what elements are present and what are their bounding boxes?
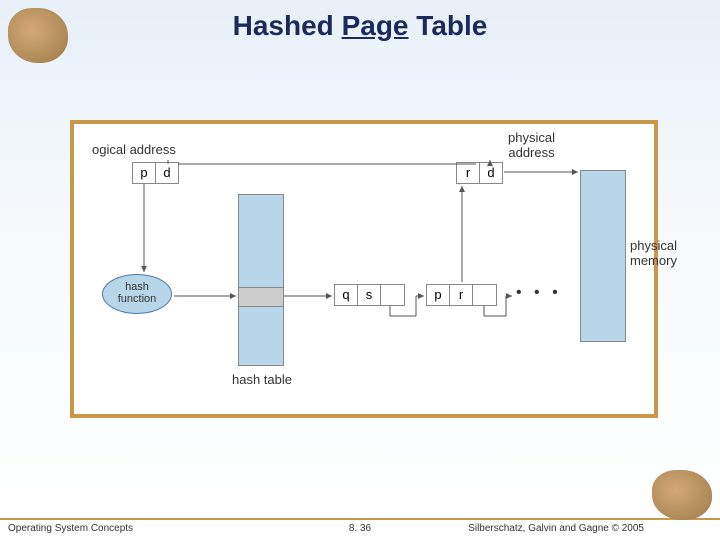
cell-p: p <box>133 163 156 183</box>
label-hash-table: hash table <box>232 372 292 387</box>
cell-ptr2 <box>473 285 495 305</box>
physical-addr-box: r d <box>456 162 503 184</box>
title-a: Hashed <box>233 10 342 41</box>
footer-separator <box>0 518 720 520</box>
slide-title: Hashed Page Table <box>0 10 720 42</box>
title-c: Table <box>409 10 488 41</box>
dinosaur-logo-bottom-right <box>652 470 712 520</box>
ellipsis: • • • <box>516 284 562 302</box>
hash-table <box>238 194 284 366</box>
physical-memory <box>580 170 626 342</box>
cell-q: q <box>335 285 358 305</box>
cell-d2: d <box>480 163 502 183</box>
slide: Hashed Page Table ogical address physica… <box>0 0 720 540</box>
label-logical-address: ogical address <box>92 142 176 157</box>
cell-s: s <box>358 285 381 305</box>
cell-ptr1 <box>381 285 403 305</box>
hash-table-slot <box>239 287 283 307</box>
logical-addr-box: p d <box>132 162 179 184</box>
cell-r2: r <box>450 285 473 305</box>
cell-d: d <box>156 163 178 183</box>
cell-r: r <box>457 163 480 183</box>
chain-node-1: q s <box>334 284 405 306</box>
diagram-frame: ogical address physical address p d r d … <box>70 120 658 418</box>
cell-p2: p <box>427 285 450 305</box>
title-b: Page <box>342 10 409 41</box>
label-physical-address: physical address <box>508 130 555 160</box>
label-physical-memory: physical memory <box>630 238 677 268</box>
footer-right: Silberschatz, Galvin and Gagne © 2005 <box>468 523 644 534</box>
hash-function-text: hash function <box>118 281 157 305</box>
chain-node-2: p r <box>426 284 497 306</box>
hash-function-oval: hash function <box>102 274 172 314</box>
